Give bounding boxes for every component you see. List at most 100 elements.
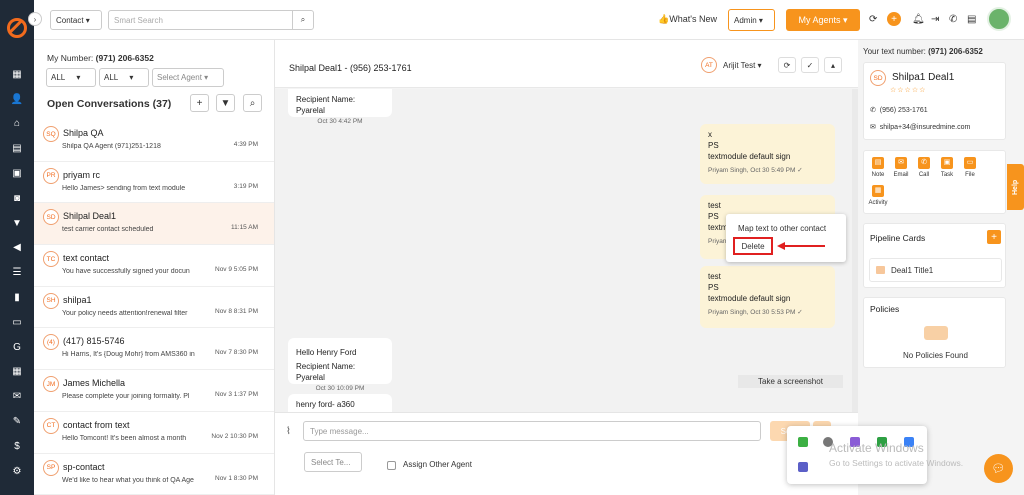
brand-logo[interactable] — [7, 18, 27, 38]
sidebar-toggle-icon[interactable]: › — [28, 12, 42, 26]
refresh-icon[interactable]: ⟳ — [778, 57, 796, 73]
chat-widget-icon[interactable]: 💬︎ — [984, 454, 1013, 483]
status-filter-label: ALL — [51, 73, 66, 82]
contact-name: priyam rc — [63, 169, 101, 180]
add-icon[interactable]: + — [887, 12, 901, 26]
message-preview: Shilpa QA Agent (971)251-1218 — [62, 143, 161, 150]
agent-filter-select[interactable]: Select Agent ▾ — [152, 68, 224, 87]
email-action[interactable]: ✉ Email — [891, 157, 911, 178]
phone-icon[interactable]: ✆ — [949, 14, 957, 25]
conversation-item[interactable]: PR priyam rc Hello James> sending from tex… — [34, 162, 274, 204]
search-conversations-button[interactable]: ⌕ — [243, 94, 262, 112]
settings-icon[interactable]: ⚙ — [0, 459, 34, 484]
message-time: 11:15 AM — [231, 224, 258, 232]
conversation-item-active[interactable]: SD Shilpal Deal1 test carrier contact sche… — [34, 203, 274, 246]
map-text-menu-item[interactable]: Map text to other contact — [738, 224, 826, 233]
check-icon[interactable]: ✓ — [801, 57, 819, 73]
contact-name[interactable]: Shilpa1 Deal1 — [892, 72, 954, 83]
message-preview: You have successfully signed your docun — [62, 268, 190, 276]
refresh-icon[interactable]: ⟳ — [869, 14, 877, 25]
folder-icon[interactable]: ▭ — [0, 310, 34, 335]
conversation-item[interactable]: SH shilpa1 Your policy needs attention!ren… — [34, 287, 274, 329]
contact-type-select[interactable]: Contact ▾ — [50, 10, 102, 30]
admin-select[interactable]: Admin ▾ — [728, 9, 775, 31]
contacts-icon[interactable]: 👤 — [0, 87, 34, 112]
message-text: Hello Henry Ford — [296, 348, 357, 357]
signature-icon[interactable]: ✎ — [0, 409, 34, 434]
user-avatar[interactable] — [987, 7, 1011, 31]
contact-type-label: Contact — [56, 15, 84, 25]
note-action[interactable]: ▤ Note — [868, 157, 888, 178]
reports-icon[interactable]: ▮ — [0, 285, 34, 310]
email-action-label: Email — [893, 172, 909, 178]
new-conversation-button[interactable]: + — [190, 94, 209, 112]
message-text: PS — [708, 283, 719, 292]
bell-icon[interactable]: 🔔︎ — [912, 14, 925, 25]
google-icon[interactable]: G — [0, 335, 34, 360]
status-filter-select[interactable]: ALL ▾ — [46, 68, 96, 87]
message-outgoing[interactable]: test PS textmodule default sign Priyam S… — [700, 266, 835, 328]
bank-icon[interactable]: ▤ — [0, 136, 34, 161]
delete-menu-item[interactable]: Delete — [733, 237, 773, 255]
search-input[interactable]: Smart Search — [108, 10, 294, 30]
contact-avatar: SD — [870, 70, 886, 86]
add-pipeline-button[interactable]: + — [987, 230, 1001, 244]
my-agents-button[interactable]: My Agents ▾ — [786, 9, 860, 31]
message-preview: Hi Harris, It's {Doug Mohr} from AMS360 … — [62, 351, 195, 359]
dashboard-icon[interactable]: ▦ — [0, 62, 34, 87]
conversation-item[interactable]: SP sp-contact We'd like to hear what you t… — [34, 454, 274, 495]
contact-avatar: SP — [43, 459, 59, 476]
contact-avatar: CT — [43, 417, 59, 434]
notes-icon[interactable]: ▤ — [967, 14, 976, 25]
security-icon[interactable] — [798, 437, 808, 447]
policies-title: Policies — [870, 304, 900, 314]
rating-stars[interactable]: ☆☆☆☆☆ — [890, 86, 926, 94]
help-tab[interactable]: Help — [1007, 164, 1024, 210]
megaphone-icon[interactable]: ◀ — [0, 236, 34, 261]
message-incoming[interactable]: Hello Henry Ford Recipient Name: Pyarela… — [288, 338, 392, 392]
attachment-icon[interactable]: ⌇ — [286, 426, 291, 437]
policy-icon[interactable]: ▣ — [0, 161, 34, 186]
conversation-item[interactable]: (4) (417) 815-5746 Hi Harris, It's {Doug M… — [34, 328, 274, 371]
template-select[interactable]: Select Te... — [304, 452, 362, 472]
message-preview: Hello Tomcont! It's been almost a month — [62, 434, 187, 442]
logout-icon[interactable]: ⇥ — [931, 14, 939, 25]
calendar-icon[interactable]: ▦ — [0, 360, 34, 385]
billing-icon[interactable]: $ — [0, 434, 34, 459]
message-incoming[interactable]: Recipient Name: Pyarelal Oct 30 4:42 PM — [288, 89, 392, 125]
person-icon[interactable]: ▴ — [824, 57, 842, 73]
conversation-panel: My Number: (971) 206-6352 ALL ▾ ALL ▾ Se… — [34, 40, 275, 495]
message-incoming[interactable]: henry ford- a360 — [288, 394, 392, 412]
conversation-item[interactable]: CT contact from text Hello Tomcont! It's b… — [34, 412, 274, 454]
agent-select[interactable]: Arijit Test ▾ — [723, 61, 762, 70]
conversation-item[interactable]: JM James Michella Please complete your joi… — [34, 370, 274, 412]
profile-icon[interactable]: ◙ — [0, 186, 34, 211]
filter-button[interactable]: ▼ — [216, 94, 235, 112]
call-icon: ✆ — [918, 157, 930, 169]
filter-icon[interactable]: ▼ — [0, 211, 34, 236]
message-input[interactable]: Type message... — [303, 421, 761, 441]
task-action[interactable]: ▣ Task — [937, 157, 957, 178]
activity-action[interactable]: ▦ Activity — [864, 185, 892, 206]
pipeline-item[interactable]: Deal1 Title1 — [869, 258, 1002, 282]
message-time: Nov 2 10:30 PM — [211, 432, 258, 440]
mail-icon[interactable]: ✉ — [0, 384, 34, 409]
contact-name: (417) 815-5746 — [63, 336, 125, 347]
message-outgoing[interactable]: x PS textmodule default sign Priyam Sing… — [700, 124, 835, 184]
text-number: Your text number: (971) 206-6352 — [863, 47, 983, 56]
contact-avatar: JM — [43, 376, 59, 393]
file-action[interactable]: ▭ File — [960, 157, 980, 178]
agency-icon[interactable]: ⌂ — [0, 112, 34, 137]
whats-new-link[interactable]: 👍What's New — [658, 14, 717, 25]
search-icon[interactable]: ⌕ — [292, 10, 314, 30]
contact-phone: ✆ (956) 253-1761 — [870, 106, 928, 114]
assign-other-agent-checkbox[interactable] — [387, 461, 396, 470]
admin-label: Admin — [734, 15, 757, 25]
conversation-item[interactable]: SQ Shilpa QA Shilpa QA Agent (971)251-1218… — [34, 120, 274, 162]
contact-avatar: SD — [43, 209, 59, 226]
type-filter-select[interactable]: ALL ▾ — [99, 68, 149, 87]
conversation-item[interactable]: TC text contact You have successfully sign… — [34, 245, 274, 287]
call-action[interactable]: ✆ Call — [914, 157, 934, 178]
teams-icon[interactable] — [798, 462, 808, 472]
list-icon[interactable]: ☰ — [0, 260, 34, 285]
